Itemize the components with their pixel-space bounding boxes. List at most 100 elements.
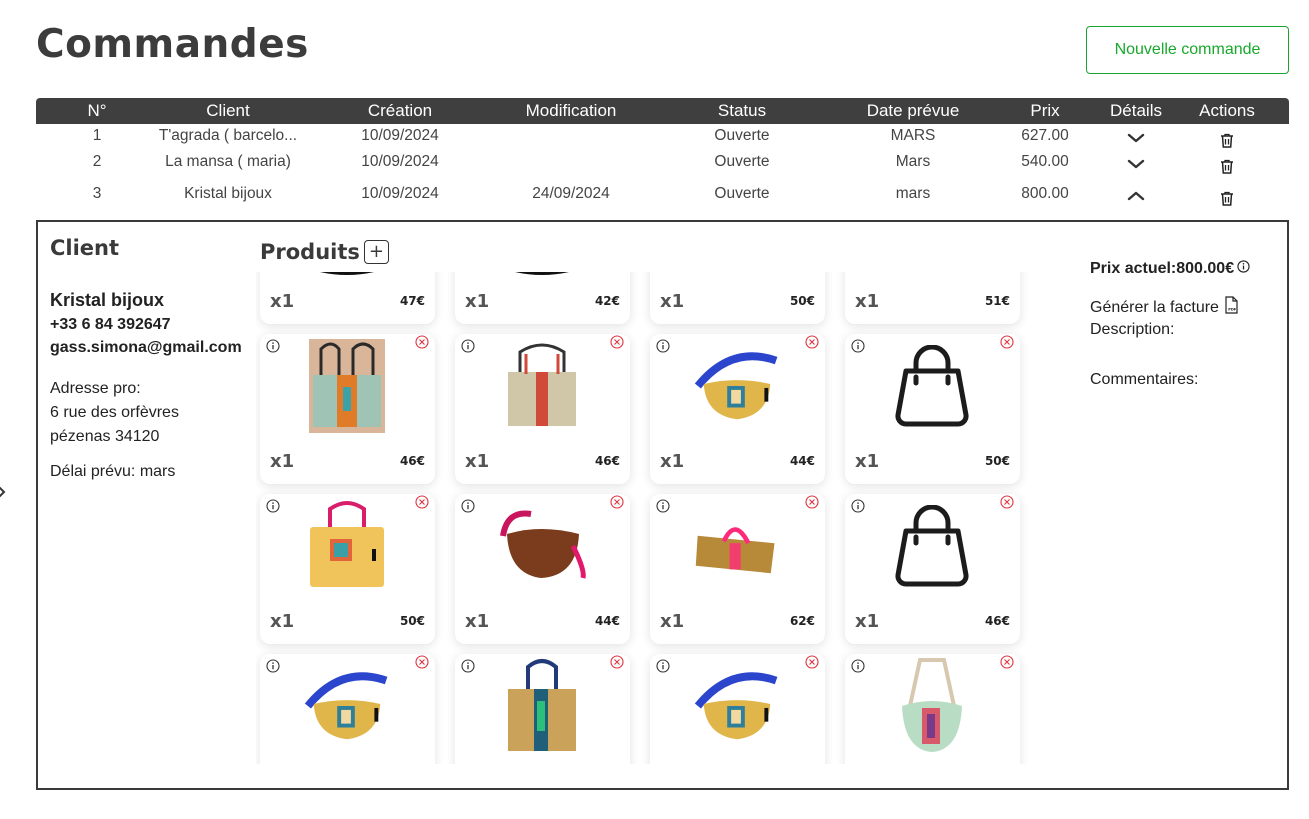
product-image: [887, 272, 977, 274]
header-modification[interactable]: Modification: [506, 98, 636, 124]
svg-text:PDF: PDF: [1228, 307, 1237, 311]
table-row[interactable]: 1 T'agrada ( barcelo... 10/09/2024 Ouverte M…: [36, 124, 1289, 150]
header-num[interactable]: N°: [36, 98, 158, 124]
product-price: 46€: [984, 614, 1010, 628]
product-image: [497, 498, 587, 594]
product-card[interactable]: [845, 654, 1020, 764]
chevron-up-icon[interactable]: [1100, 182, 1172, 214]
row-client: Kristal bijoux: [184, 185, 272, 202]
product-card[interactable]: x1 42€: [455, 272, 630, 324]
table-row[interactable]: 3 Kristal bijoux 10/09/2024 24/09/2024 Ouver…: [36, 182, 1289, 214]
product-card[interactable]: [260, 654, 435, 764]
address-line1: 6 rue des orfèvres: [50, 404, 179, 421]
remove-icon[interactable]: [1000, 494, 1014, 513]
current-price-label: Prix actuel:800.00€: [1090, 260, 1235, 277]
product-image: [497, 272, 587, 280]
product-price: 46€: [399, 454, 425, 468]
header-prix[interactable]: Prix: [1000, 98, 1090, 124]
info-icon[interactable]: [656, 338, 670, 357]
remove-icon[interactable]: [805, 334, 819, 353]
header-date[interactable]: Date prévue: [836, 98, 990, 124]
product-card[interactable]: x1 44€: [455, 494, 630, 644]
info-icon[interactable]: [656, 658, 670, 677]
current-price: Prix actuel:800.00€: [1090, 260, 1285, 278]
remove-icon[interactable]: [805, 494, 819, 513]
header-client[interactable]: Client: [158, 98, 298, 124]
new-order-button[interactable]: Nouvelle commande: [1086, 26, 1289, 74]
product-price: 44€: [594, 614, 620, 628]
product-image: [887, 658, 977, 754]
product-card[interactable]: x1 46€: [260, 334, 435, 484]
info-icon[interactable]: [851, 338, 865, 357]
info-icon[interactable]: [461, 658, 475, 677]
product-card[interactable]: x1 51€: [845, 272, 1020, 324]
product-qty: x1: [855, 451, 880, 472]
chevron-down-icon[interactable]: [1100, 124, 1172, 150]
product-image: [302, 498, 392, 594]
product-card[interactable]: x1 44€: [650, 334, 825, 484]
info-icon[interactable]: [1237, 260, 1250, 278]
row-prix: 800.00: [1021, 185, 1069, 202]
header-status[interactable]: Status: [679, 98, 805, 124]
product-image: [692, 658, 782, 754]
info-icon[interactable]: [851, 498, 865, 517]
remove-icon[interactable]: [610, 654, 624, 673]
pdf-icon[interactable]: PDF: [1224, 296, 1239, 319]
table-row[interactable]: 2 La mansa ( maria) 10/09/2024 Ouverte Mars 5…: [36, 150, 1289, 182]
row-prix: 540.00: [1021, 153, 1069, 170]
product-card[interactable]: x1 50€: [845, 334, 1020, 484]
client-section: Client Kristal bijoux +33 6 84 392647 ga…: [50, 236, 250, 481]
trash-icon[interactable]: [1190, 124, 1264, 150]
generate-invoice-button[interactable]: Générer la facture PDF: [1090, 296, 1285, 319]
remove-icon[interactable]: [415, 494, 429, 513]
trash-icon[interactable]: [1190, 150, 1264, 182]
product-image: [497, 658, 587, 754]
product-card[interactable]: x1 50€: [260, 494, 435, 644]
info-icon[interactable]: [461, 338, 475, 357]
products-grid[interactable]: x1 47€ x1 42€ x1 50€ x1 51€ x1 46€ x1 46€ x1 44€ x1 50€…: [256, 272, 1056, 764]
shopping-bag-icon: [887, 498, 977, 594]
client-phone: +33 6 84 392647: [50, 316, 171, 333]
header-creation[interactable]: Création: [336, 98, 464, 124]
info-icon[interactable]: [266, 498, 280, 517]
row-date: Mars: [895, 153, 931, 170]
product-image: [302, 338, 392, 434]
product-price: 51€: [984, 294, 1010, 308]
product-qty: x1: [660, 291, 685, 312]
info-icon[interactable]: [266, 658, 280, 677]
product-price: 50€: [399, 614, 425, 628]
address-label: Adresse pro:: [50, 380, 141, 397]
chevron-down-icon[interactable]: [1100, 150, 1172, 182]
product-card[interactable]: x1 46€: [845, 494, 1020, 644]
product-card[interactable]: x1 46€: [455, 334, 630, 484]
trash-icon[interactable]: [1190, 182, 1264, 214]
remove-icon[interactable]: [805, 654, 819, 673]
remove-icon[interactable]: [610, 494, 624, 513]
product-card[interactable]: x1 50€: [650, 272, 825, 324]
client-email: gass.simona@gmail.com: [50, 339, 242, 356]
info-icon[interactable]: [461, 498, 475, 517]
product-image: [497, 338, 587, 434]
row-prix: 627.00: [1021, 127, 1069, 144]
products-heading-row: Produits +: [260, 240, 389, 264]
product-image: [302, 658, 392, 754]
info-icon[interactable]: [266, 338, 280, 357]
add-product-button[interactable]: +: [363, 240, 389, 264]
chevron-right-icon[interactable]: [0, 483, 6, 502]
product-card[interactable]: x1 62€: [650, 494, 825, 644]
remove-icon[interactable]: [415, 654, 429, 673]
remove-icon[interactable]: [1000, 654, 1014, 673]
orders-table: N° Client Création Modification Status D…: [36, 98, 1289, 214]
product-card[interactable]: x1 47€: [260, 272, 435, 324]
order-summary: Prix actuel:800.00€ Générer la facture P…: [1090, 260, 1285, 389]
product-card[interactable]: [455, 654, 630, 764]
row-creation: 10/09/2024: [361, 127, 439, 144]
remove-icon[interactable]: [1000, 334, 1014, 353]
info-icon[interactable]: [656, 498, 670, 517]
remove-icon[interactable]: [610, 334, 624, 353]
remove-icon[interactable]: [415, 334, 429, 353]
row-client: T'agrada ( barcelo...: [158, 127, 298, 144]
product-qty: x1: [465, 611, 490, 632]
info-icon[interactable]: [851, 658, 865, 677]
product-card[interactable]: [650, 654, 825, 764]
